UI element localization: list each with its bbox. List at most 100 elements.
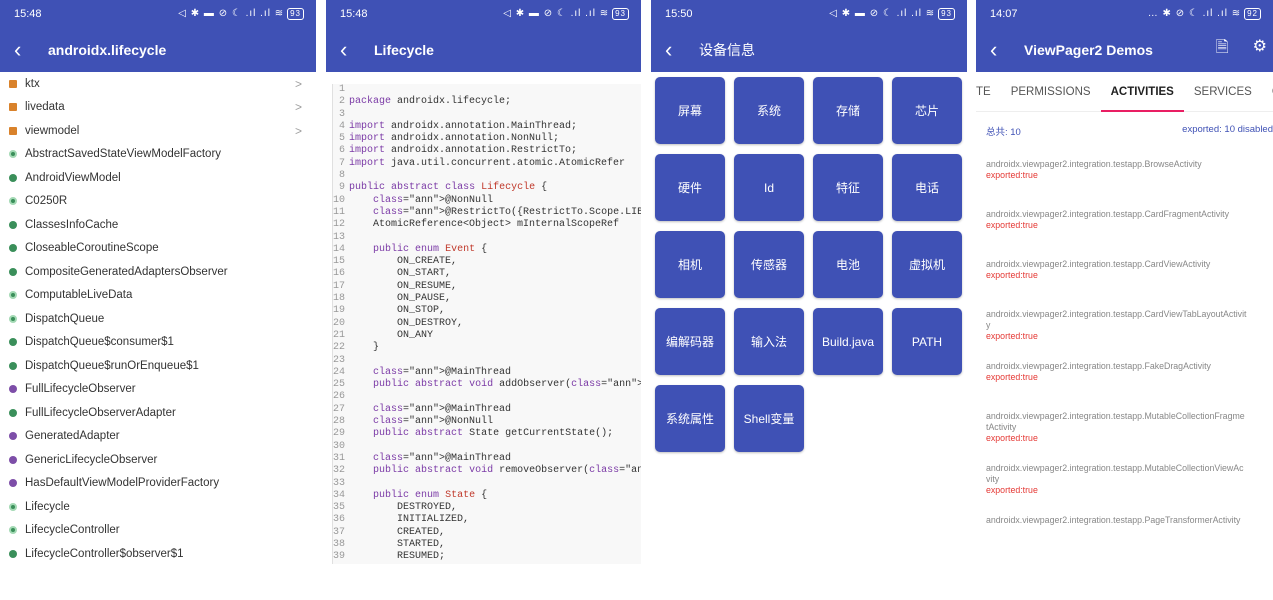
line-number: 6 <box>338 145 345 157</box>
activity-item[interactable]: androidx.viewpager2.integration.testapp.… <box>986 411 1273 444</box>
code-line: 15 ON_CREATE, <box>333 256 641 268</box>
code-line: 38 STARTED, <box>333 539 641 551</box>
list-item[interactable]: ComputableLiveData <box>0 284 316 308</box>
info-tile-button[interactable]: 系统属性 <box>655 385 725 452</box>
exported-flag: exported:true <box>986 170 1038 180</box>
code-text: AtomicReference<Object> mInternalScopeRe… <box>349 219 620 231</box>
activity-item[interactable]: androidx.viewpager2.integration.testapp.… <box>986 515 1273 526</box>
info-tile-button[interactable]: 系统 <box>734 77 804 144</box>
settings-gear-icon[interactable]: ⚙ <box>1253 36 1267 63</box>
info-tile-button[interactable]: 编解码器 <box>655 308 725 375</box>
info-tile-button[interactable]: Shell变量 <box>734 385 804 452</box>
list-item[interactable]: GenericLifecycleObserver <box>0 448 316 472</box>
list-item[interactable]: HasDefaultViewModelProviderFactory <box>0 472 316 496</box>
list-item[interactable]: CompositeGeneratedAdaptersObserver <box>0 260 316 284</box>
tab-services[interactable]: SERVICES <box>1184 72 1262 112</box>
activity-item[interactable]: androidx.viewpager2.integration.testapp.… <box>986 159 1273 181</box>
info-tile-button[interactable]: 相机 <box>655 231 725 298</box>
code-line: 23 <box>333 355 641 367</box>
line-number: 34 <box>333 489 346 501</box>
tab-activities[interactable]: ACTIVITIES <box>1100 72 1185 112</box>
code-line: 35 DESTROYED, <box>333 502 641 514</box>
info-tile-button[interactable]: PATH <box>892 308 962 375</box>
list-item[interactable]: AbstractSavedStateViewModelFactory <box>0 143 316 167</box>
class-icon <box>9 244 17 253</box>
abstract-class-icon <box>9 150 17 159</box>
list-item[interactable]: C0250R <box>0 190 316 214</box>
info-tile-button[interactable]: 虚拟机 <box>892 231 962 298</box>
list-item[interactable]: viewmodel > <box>0 119 316 143</box>
exported-flag: exported:true <box>986 433 1038 443</box>
info-tile-button[interactable]: 硬件 <box>655 154 725 221</box>
list-item-label: Lifecycle <box>25 500 70 513</box>
list-item[interactable]: DispatchQueue <box>0 307 316 331</box>
info-tile-button[interactable]: Id <box>734 154 804 221</box>
list-item[interactable]: FullLifecycleObserverAdapter <box>0 401 316 425</box>
info-tile-button[interactable]: 芯片 <box>892 77 962 144</box>
list-item[interactable]: DispatchQueue$consumer$1 <box>0 331 316 355</box>
code-line: 33 <box>333 478 641 490</box>
line-number: 19 <box>333 305 346 317</box>
back-arrow-icon[interactable]: ‹ <box>340 38 374 61</box>
list-item-label: LifecycleController$observer$1 <box>25 547 184 560</box>
list-item[interactable]: LifecycleController$observer$1 <box>0 542 316 564</box>
activity-item[interactable]: androidx.viewpager2.integration.testapp.… <box>986 209 1273 231</box>
list-item[interactable]: DispatchQueue$runOrEnqueue$1 <box>0 354 316 378</box>
activity-item[interactable]: androidx.viewpager2.integration.testapp.… <box>986 361 1273 383</box>
line-number: 31 <box>333 452 346 464</box>
line-number: 36 <box>333 514 346 526</box>
code-line: 1 <box>333 84 641 96</box>
class-icon <box>9 338 17 347</box>
tab-permissions[interactable]: PERMISSIONS <box>1001 72 1101 112</box>
info-tile-button[interactable]: 传感器 <box>734 231 804 298</box>
back-arrow-icon[interactable]: ‹ <box>14 38 48 61</box>
status-icons: … ✱ ⊘ ☾ .ıl .ıl ≋ 92 <box>1148 7 1261 20</box>
back-arrow-icon[interactable]: ‹ <box>665 38 699 61</box>
list-item-label: AndroidViewModel <box>25 171 121 184</box>
info-tile-button[interactable]: Build.java <box>813 308 883 375</box>
info-tile-button[interactable]: 电池 <box>813 231 883 298</box>
list-item-label: ClassesInfoCache <box>25 218 119 231</box>
list-item[interactable]: livedata > <box>0 96 316 120</box>
line-number: 5 <box>338 133 345 145</box>
export-file-icon[interactable]: 🗎 <box>1216 36 1229 63</box>
list-item[interactable]: ktx > <box>0 72 316 96</box>
activity-list: androidx.viewpager2.integration.testapp.… <box>986 159 1273 554</box>
info-tile-button[interactable]: 特征 <box>813 154 883 221</box>
list-item-label: LifecycleController <box>25 524 120 537</box>
tab-con[interactable]: CON <box>1262 72 1273 112</box>
battery-icon: 93 <box>938 7 955 20</box>
line-number: 37 <box>333 526 346 538</box>
status-time: 14:07 <box>990 7 1018 20</box>
list-item[interactable]: AndroidViewModel <box>0 166 316 190</box>
interface-icon <box>9 479 17 488</box>
list-item[interactable]: LifecycleController <box>0 519 316 543</box>
line-number: 23 <box>333 354 346 366</box>
back-arrow-icon[interactable]: ‹ <box>990 38 1024 61</box>
info-tile-button[interactable]: 屏幕 <box>655 77 725 144</box>
code-text: class="ann">@NonNull <box>373 416 494 428</box>
code-text: public abstract State getCurrentState(); <box>373 428 614 440</box>
list-item[interactable]: Lifecycle <box>0 495 316 519</box>
line-number: 12 <box>333 219 346 231</box>
activity-item[interactable]: androidx.viewpager2.integration.testapp.… <box>986 259 1273 281</box>
battery-icon: 92 <box>1244 7 1261 20</box>
activity-item[interactable]: androidx.viewpager2.integration.testapp.… <box>986 463 1273 496</box>
code-text: import androidx.annotation.RestrictTo; <box>349 145 578 157</box>
code-view[interactable]: 1 2 package androidx.lifecycle; 3 4 import an… <box>332 84 641 564</box>
info-tile-button[interactable]: 输入法 <box>734 308 804 375</box>
tab-te[interactable]: TE <box>976 72 1001 112</box>
list-item[interactable]: FullLifecycleObserver <box>0 378 316 402</box>
page-title: androidx.lifecycle <box>48 41 167 58</box>
list-item[interactable]: CloseableCoroutineScope <box>0 237 316 261</box>
info-tile-button[interactable]: 存储 <box>813 77 883 144</box>
info-tile-button[interactable]: 电话 <box>892 154 962 221</box>
activity-item[interactable]: androidx.viewpager2.integration.testapp.… <box>986 309 1273 342</box>
line-number: 7 <box>338 157 345 169</box>
list-item[interactable]: GeneratedAdapter <box>0 425 316 449</box>
code-text: ON_PAUSE, <box>349 293 452 305</box>
list-item[interactable]: ClassesInfoCache <box>0 213 316 237</box>
line-number: 39 <box>333 551 346 563</box>
list-item-label: viewmodel <box>25 124 80 137</box>
code-line: 24 class="ann">@MainThread <box>333 367 641 379</box>
